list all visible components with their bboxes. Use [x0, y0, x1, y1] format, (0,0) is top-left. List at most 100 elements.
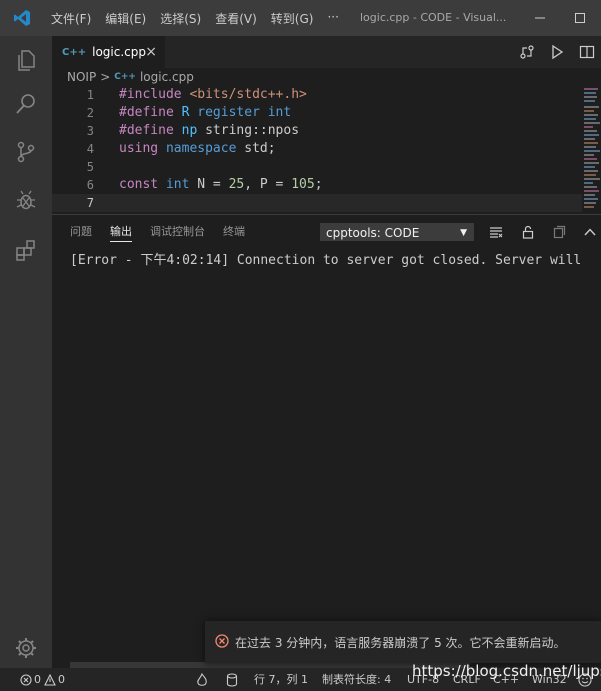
vscode-logo-icon: [0, 0, 44, 36]
code-token: ;: [314, 177, 323, 192]
warning-count: 0: [58, 673, 65, 686]
settings-button[interactable]: [0, 624, 52, 672]
breadcrumb-folder[interactable]: NOIP: [67, 70, 96, 84]
run-button[interactable]: [542, 36, 572, 68]
line-number: 2: [86, 106, 94, 120]
open-file-icon: [553, 225, 566, 239]
title-bar: 文件(F) 编辑(E) 选择(S) 查看(V) 转到(G) ··· logic.…: [0, 0, 601, 36]
line-number: 3: [86, 124, 94, 138]
cpp-file-icon: C++: [114, 72, 136, 82]
flame-status[interactable]: [196, 668, 208, 691]
compare-button[interactable]: [512, 36, 542, 68]
source-control-button[interactable]: [0, 128, 52, 176]
database-status[interactable]: [226, 668, 238, 691]
minimize-icon: [535, 17, 545, 19]
split-editor-button[interactable]: [572, 36, 601, 68]
menu-file[interactable]: 文件(F): [44, 10, 98, 27]
chevron-up-icon: [584, 228, 596, 236]
tab-logic-cpp[interactable]: C++ logic.cpp ×: [52, 36, 165, 68]
code-line[interactable]: 6 const int N = 25, P = 105;: [52, 176, 582, 194]
open-log-button[interactable]: [549, 223, 569, 241]
maximize-button[interactable]: [560, 0, 600, 36]
code-token: #include: [119, 87, 190, 102]
tab-debug-console[interactable]: 调试控制台: [141, 215, 214, 249]
cursor-position[interactable]: 行 7，列 1: [254, 668, 308, 691]
tab-problems[interactable]: 问题: [52, 215, 101, 249]
extensions-icon: [16, 240, 35, 261]
tab-terminal[interactable]: 终端: [214, 215, 254, 249]
code-text: #define R register int: [119, 104, 291, 122]
explorer-icon: [18, 50, 35, 71]
explorer-button[interactable]: [0, 36, 52, 84]
menu-go[interactable]: 转到(G): [264, 10, 321, 27]
minimize-button[interactable]: [520, 0, 560, 36]
code-token: int: [165, 177, 198, 192]
debug-bug-icon: [16, 190, 36, 210]
error-icon: [20, 673, 32, 686]
compare-changes-icon: [520, 45, 534, 59]
debug-button[interactable]: [0, 176, 52, 224]
menu-view[interactable]: 查看(V): [208, 10, 264, 27]
code-token: N =: [197, 177, 229, 192]
code-token: 105: [291, 177, 315, 192]
database-icon: [226, 672, 238, 687]
lock-icon: [522, 225, 534, 239]
gear-icon: [16, 638, 36, 658]
code-text: const int N = 25, P = 105;: [119, 176, 323, 194]
line-number: 5: [86, 160, 94, 174]
code-token: std;: [244, 141, 276, 156]
menu-selection[interactable]: 选择(S): [153, 10, 208, 27]
code-text: #define np string::npos: [119, 122, 299, 140]
search-button[interactable]: [0, 80, 52, 128]
flame-icon: [197, 672, 207, 686]
code-line[interactable]: 2 #define R register int: [52, 104, 582, 122]
tab-size[interactable]: 制表符长度: 4: [322, 668, 391, 691]
clear-output-button[interactable]: [486, 223, 506, 241]
menu-bar: 文件(F) 编辑(E) 选择(S) 查看(V) 转到(G) ···: [44, 10, 346, 27]
problems-status[interactable]: 0 0: [20, 668, 65, 691]
warning-icon: [44, 673, 56, 686]
code-token: <bits/stdc++.h>: [189, 87, 307, 102]
line-number: 1: [86, 88, 94, 102]
maximize-panel-button[interactable]: [580, 223, 600, 241]
watermark: https://blog.csdn.net/ljups: [412, 662, 601, 680]
code-token: , P =: [244, 177, 292, 192]
clear-output-icon: [490, 227, 503, 238]
code-token: namespace: [165, 141, 245, 156]
minimap[interactable]: [584, 86, 601, 214]
code-text: using namespace std;: [119, 140, 276, 158]
breadcrumb-separator-icon: >: [100, 70, 111, 84]
search-icon: [16, 94, 35, 114]
tab-output[interactable]: 输出: [101, 215, 141, 249]
menu-more[interactable]: ···: [320, 10, 345, 27]
source-control-icon: [17, 141, 35, 163]
line-number: 6: [86, 178, 94, 192]
window-title: logic.cpp - CODE - Visual...: [360, 11, 507, 24]
line-number: 7: [86, 196, 94, 210]
code-token: using: [119, 141, 166, 156]
code-line[interactable]: 3 #define np string::npos: [52, 122, 582, 140]
breadcrumb-file[interactable]: logic.cpp: [140, 70, 194, 84]
cpp-file-icon: C++: [62, 46, 87, 58]
tab-close-icon[interactable]: ×: [145, 44, 157, 60]
code-line[interactable]: 5: [52, 158, 582, 176]
code-line[interactable]: 4 using namespace std;: [52, 140, 582, 158]
menu-edit[interactable]: 编辑(E): [98, 10, 153, 27]
code-line[interactable]: 7: [52, 194, 582, 212]
code-line[interactable]: 1 #include <bits/stdc++.h>: [52, 86, 582, 104]
extensions-button[interactable]: [0, 226, 52, 274]
dropdown-arrow-icon: ▼: [460, 228, 467, 238]
code-editor[interactable]: 1 #include <bits/stdc++.h> 2 #define R regi…: [52, 86, 582, 214]
line-number: 4: [86, 142, 94, 156]
lock-scroll-button[interactable]: [518, 223, 538, 241]
code-text: #include <bits/stdc++.h>: [119, 86, 307, 104]
notification-toast: 在过去 3 分钟内，语言服务器崩溃了 5 次。它不会重新启动。: [205, 621, 601, 663]
panel-tabs: 问题 输出 调试控制台 终端: [52, 215, 254, 249]
code-token: np: [181, 123, 206, 138]
notification-message: 在过去 3 分钟内，语言服务器崩溃了 5 次。它不会重新启动。: [235, 635, 566, 650]
error-count: 0: [34, 673, 41, 686]
code-token: #define: [119, 123, 182, 138]
output-channel-select[interactable]: cpptools: CODE ▼: [320, 223, 474, 241]
code-token: R: [181, 105, 198, 120]
bottom-panel: 问题 输出 调试控制台 终端 cpptools: CODE ▼ [Error -…: [52, 214, 601, 672]
